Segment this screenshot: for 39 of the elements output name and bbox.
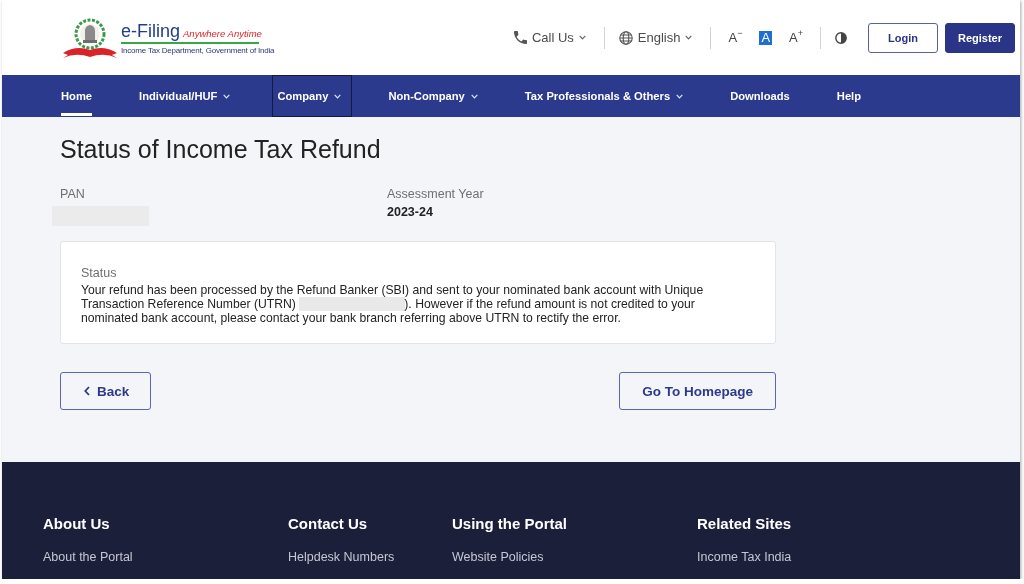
emblem-icon <box>62 16 118 59</box>
font-size-button[interactable]: A <box>759 30 773 45</box>
font-size-button[interactable]: A$^{+}$ <box>788 30 804 45</box>
footer-heading: Related Sites <box>697 514 792 534</box>
logo-subtitle: Income Tax Department, Government of India <box>121 46 275 56</box>
nav-item[interactable]: Tax Professionals & Others <box>519 75 695 117</box>
globe-icon <box>618 30 633 45</box>
font-size-button[interactable]: A$^{−}$ <box>727 30 744 45</box>
login-button[interactable]: Login <box>868 22 938 53</box>
status-label: Status <box>81 265 117 281</box>
nav-item[interactable]: Individual/HUF <box>134 75 242 117</box>
contrast-icon[interactable] <box>835 31 847 44</box>
status-message: Your refund has been processed by the Refund Banker (SBI) and sent to your nominated bank account with Unique Transaction Reference Number (UTRN) ). However if the refund amount is not credited to your nominated bank account, please contact your bank branch referring above UTRN to rectify the error. <box>81 283 705 325</box>
back-button[interactable]: Back <box>60 372 152 410</box>
phone-icon <box>513 31 527 44</box>
footer-heading: Using the Portal <box>452 514 567 534</box>
field-label: Assessment Year <box>387 186 484 202</box>
caret-icon <box>578 35 586 40</box>
nav-item[interactable]: Downloads <box>725 75 801 117</box>
register-button[interactable]: Register <box>945 22 1015 53</box>
footer-heading: About Us <box>43 514 110 534</box>
nav-item[interactable]: Non-Company <box>383 75 489 117</box>
nav-item[interactable]: Help <box>831 75 873 117</box>
caret-icon <box>685 35 693 40</box>
homepage-button[interactable]: Go To Homepage <box>619 372 776 410</box>
logo-tagline: Anywhere Anytime <box>183 28 262 39</box>
footer-link[interactable]: Website Policies <box>452 549 544 565</box>
field-label: PAN <box>60 186 85 202</box>
field-value: 2023-24 <box>387 204 433 220</box>
logo-title: e-Filing <box>121 21 181 41</box>
language-dropdown[interactable]: English <box>618 30 693 45</box>
chevron-left-icon <box>84 386 90 396</box>
page-title: Status of Income Tax Refund <box>60 134 381 164</box>
footer-link[interactable]: Helpdesk Numbers <box>288 549 395 565</box>
footer-link[interactable]: About the Portal <box>43 549 133 565</box>
footer-link[interactable]: Income Tax India <box>697 549 792 565</box>
nav-item[interactable]: Company <box>272 75 353 117</box>
footer-heading: Contact Us <box>288 514 368 534</box>
call-us-button[interactable]: Call Us <box>513 30 586 45</box>
